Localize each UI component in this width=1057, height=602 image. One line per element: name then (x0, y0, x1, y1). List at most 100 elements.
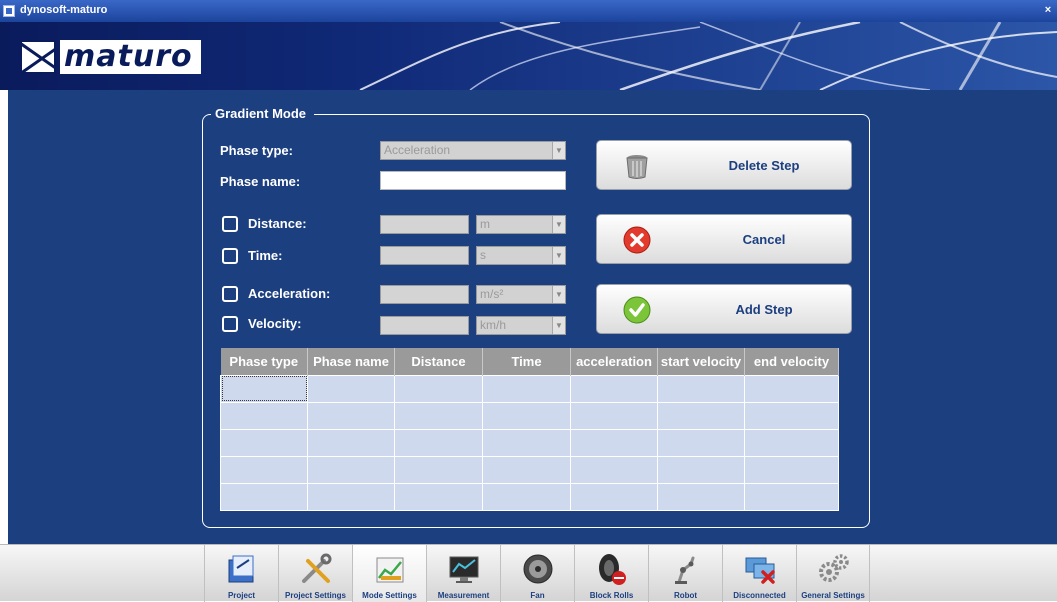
table-cell[interactable] (657, 401, 745, 430)
time-input[interactable] (380, 246, 469, 265)
acceleration-unit-value: m/s² (480, 287, 504, 301)
trash-can-icon (626, 155, 648, 179)
table-cell[interactable] (657, 455, 745, 484)
table-cell[interactable] (307, 374, 395, 403)
acceleration-checkbox[interactable] (222, 286, 238, 302)
table-cell[interactable] (220, 455, 308, 484)
toolbar-item-disconnected[interactable]: Disconnected (722, 545, 796, 602)
distance-unit-value: m (480, 217, 490, 231)
table-cell[interactable] (307, 401, 395, 430)
logo-text: maturo (60, 40, 201, 74)
table-cell[interactable] (482, 428, 571, 457)
toolbar-item-label: Mode Settings (362, 591, 417, 600)
table-cell[interactable] (570, 374, 658, 403)
toolbar-item-mode-settings[interactable]: Mode Settings (352, 545, 426, 602)
phase-type-select[interactable]: Acceleration ▼ (380, 141, 566, 160)
column-header-phase-type[interactable]: Phase type (220, 348, 308, 375)
project-icon (228, 555, 254, 583)
table-cell[interactable] (482, 374, 571, 403)
table-row[interactable] (220, 428, 839, 457)
toolbar-item-project-settings[interactable]: Project Settings (278, 545, 352, 602)
toolbar-item-measurement[interactable]: Measurement (426, 545, 500, 602)
chevron-down-icon[interactable]: ▼ (552, 216, 565, 233)
phase-type-value: Acceleration (384, 143, 451, 157)
time-checkbox[interactable] (222, 248, 238, 264)
maturo-logo: maturo (20, 40, 201, 74)
table-cell[interactable] (220, 401, 308, 430)
table-row[interactable] (220, 374, 839, 403)
table-cell[interactable] (570, 428, 658, 457)
window-title-bar: dynosoft-maturo × (0, 0, 1057, 22)
toolbar-item-block-rolls[interactable]: Block Rolls (574, 545, 648, 602)
table-cell[interactable] (220, 482, 308, 511)
acceleration-unit-select[interactable]: m/s² ▼ (476, 285, 566, 304)
table-cell[interactable] (394, 374, 483, 403)
table-row[interactable] (220, 401, 839, 430)
phase-name-input[interactable] (380, 171, 566, 190)
column-header-phase-name[interactable]: Phase name (307, 348, 395, 375)
velocity-input[interactable] (380, 316, 469, 335)
column-header-start-velocity[interactable]: start velocity (657, 348, 745, 375)
table-cell[interactable] (482, 455, 571, 484)
toolbar-item-project[interactable]: Project (204, 545, 278, 602)
table-cell[interactable] (570, 482, 658, 511)
acceleration-input[interactable] (380, 285, 469, 304)
table-cell[interactable] (570, 401, 658, 430)
table-cell[interactable] (657, 482, 745, 511)
table-cell[interactable] (394, 401, 483, 430)
table-cell[interactable] (570, 455, 658, 484)
logo-mark-icon (20, 40, 56, 74)
table-header-row: Phase type Phase name Distance Time acce… (220, 348, 839, 375)
table-cell[interactable] (744, 455, 839, 484)
steps-table[interactable]: Phase type Phase name Distance Time acce… (220, 348, 839, 511)
time-unit-value: s (480, 248, 486, 262)
window-title: dynosoft-maturo (20, 4, 108, 16)
velocity-checkbox[interactable] (222, 316, 238, 332)
toolbar-item-fan[interactable]: Fan (500, 545, 574, 602)
toolbar-item-label: Block Rolls (589, 591, 634, 600)
table-row[interactable] (220, 455, 839, 484)
table-cell[interactable] (220, 374, 308, 403)
table-cell[interactable] (744, 374, 839, 403)
table-cell[interactable] (307, 455, 395, 484)
distance-input[interactable] (380, 215, 469, 234)
table-cell[interactable] (220, 428, 308, 457)
chevron-down-icon[interactable]: ▼ (552, 247, 565, 264)
toolbar-item-general-settings[interactable]: General Settings (796, 545, 870, 602)
table-cell[interactable] (657, 428, 745, 457)
table-cell[interactable] (394, 428, 483, 457)
close-icon[interactable]: × (1041, 3, 1055, 17)
main-content: Gradient Mode Phase type: Acceleration ▼… (8, 90, 1057, 544)
chevron-down-icon[interactable]: ▼ (552, 286, 565, 303)
table-cell[interactable] (307, 428, 395, 457)
chevron-down-icon[interactable]: ▼ (552, 317, 565, 334)
table-cell[interactable] (482, 482, 571, 511)
table-cell[interactable] (394, 482, 483, 511)
table-cell[interactable] (307, 482, 395, 511)
table-cell[interactable] (744, 428, 839, 457)
table-row[interactable] (220, 482, 839, 511)
column-header-time[interactable]: Time (482, 348, 571, 375)
column-header-acceleration[interactable]: acceleration (570, 348, 658, 375)
table-cell[interactable] (744, 482, 839, 511)
column-header-distance[interactable]: Distance (394, 348, 483, 375)
time-unit-select[interactable]: s ▼ (476, 246, 566, 265)
table-cell[interactable] (744, 401, 839, 430)
disconnected-icon (745, 557, 775, 584)
acceleration-label: Acceleration: (248, 286, 331, 301)
distance-checkbox[interactable] (222, 216, 238, 232)
table-cell[interactable] (657, 374, 745, 403)
toolbar-item-label: Fan (530, 591, 545, 600)
delete-step-button[interactable]: Delete Step (596, 140, 852, 190)
table-cell[interactable] (394, 455, 483, 484)
phase-type-label: Phase type: (220, 143, 293, 158)
distance-unit-select[interactable]: m ▼ (476, 215, 566, 234)
add-step-button[interactable]: Add Step (596, 284, 852, 334)
toolbar-item-label: Disconnected (733, 591, 786, 600)
cancel-button[interactable]: Cancel (596, 214, 852, 264)
chevron-down-icon[interactable]: ▼ (552, 142, 565, 159)
table-cell[interactable] (482, 401, 571, 430)
toolbar-item-robot[interactable]: Robot (648, 545, 722, 602)
velocity-unit-select[interactable]: km/h ▼ (476, 316, 566, 335)
column-header-end-velocity[interactable]: end velocity (744, 348, 839, 375)
